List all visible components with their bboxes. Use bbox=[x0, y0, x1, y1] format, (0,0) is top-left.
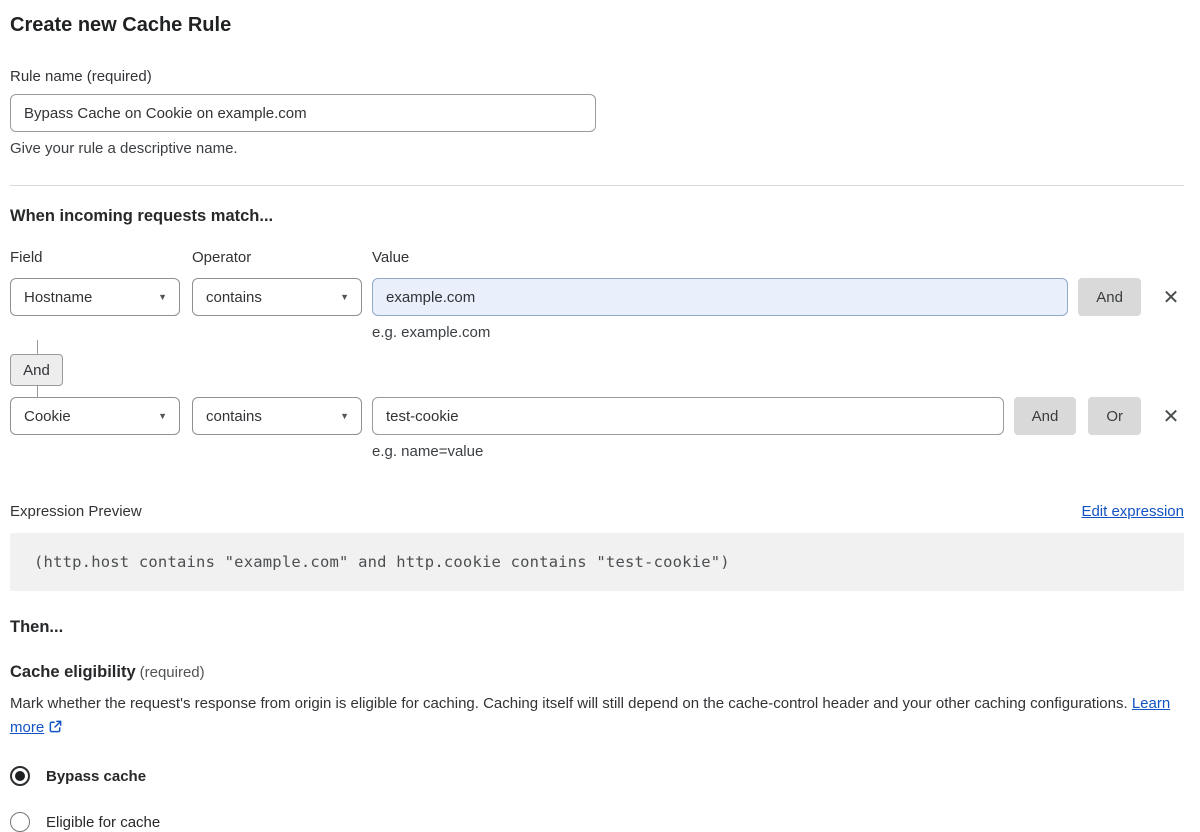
radio-label: Eligible for cache bbox=[46, 813, 161, 831]
value-column: e.g. name=value bbox=[372, 397, 1004, 460]
edit-expression-link[interactable]: Edit expression bbox=[1081, 503, 1184, 520]
cache-eligibility-title: Cache eligibility bbox=[10, 663, 136, 681]
required-tag: (required) bbox=[139, 664, 205, 681]
chevron-down-icon: ▼ bbox=[340, 411, 349, 421]
connector-and-button[interactable]: And bbox=[10, 354, 63, 386]
radio-label: Bypass cache bbox=[46, 767, 147, 785]
rule-name-label: Rule name (required) bbox=[10, 68, 152, 85]
operator-select[interactable]: contains ▼ bbox=[192, 397, 362, 435]
chevron-down-icon: ▼ bbox=[340, 292, 349, 302]
section-divider bbox=[10, 185, 1184, 186]
expression-preview-label: Expression Preview bbox=[10, 503, 142, 520]
value-input[interactable] bbox=[372, 397, 1004, 435]
external-link-icon[interactable] bbox=[48, 720, 63, 738]
description-text: Mark whether the request's response from… bbox=[10, 695, 1128, 712]
operator-select-value: contains bbox=[206, 288, 262, 306]
rule-name-input[interactable] bbox=[10, 94, 596, 132]
condition-row: Hostname ▼ contains ▼ e.g. example.com A… bbox=[10, 278, 1184, 341]
close-icon[interactable]: ✕ bbox=[1160, 278, 1182, 316]
and-button[interactable]: And bbox=[1078, 278, 1141, 316]
field-select-value: Cookie bbox=[24, 407, 71, 425]
cache-eligibility-description: Mark whether the request's response from… bbox=[10, 692, 1178, 742]
value-column: e.g. example.com bbox=[372, 278, 1069, 341]
create-cache-rule-page: Create new Cache Rule Rule name (require… bbox=[0, 0, 1200, 832]
value-input[interactable] bbox=[372, 278, 1069, 316]
page-title: Create new Cache Rule bbox=[10, 14, 232, 36]
condition-connector: And bbox=[10, 340, 63, 398]
condition-row: Cookie ▼ contains ▼ e.g. name=value And … bbox=[10, 397, 1184, 460]
and-button[interactable]: And bbox=[1013, 397, 1077, 435]
expression-preview-box: (http.host contains "example.com" and ht… bbox=[10, 533, 1184, 591]
value-hint: e.g. example.com bbox=[372, 324, 491, 341]
match-heading: When incoming requests match... bbox=[10, 207, 274, 225]
chevron-down-icon: ▼ bbox=[158, 292, 167, 302]
radio-unselected-icon[interactable] bbox=[10, 812, 30, 832]
or-button[interactable]: Or bbox=[1088, 397, 1141, 435]
field-select[interactable]: Hostname ▼ bbox=[10, 278, 180, 316]
rule-name-help: Give your rule a descriptive name. bbox=[10, 140, 238, 157]
value-hint: e.g. name=value bbox=[372, 443, 484, 460]
field-select[interactable]: Cookie ▼ bbox=[10, 397, 180, 435]
then-heading: Then... bbox=[10, 618, 64, 636]
close-icon[interactable]: ✕ bbox=[1160, 397, 1182, 435]
condition-column-labels: Field Operator Value bbox=[10, 249, 1184, 266]
operator-select-value: contains bbox=[206, 407, 262, 425]
radio-option-bypass-cache[interactable]: Bypass cache bbox=[10, 766, 1184, 786]
field-select-value: Hostname bbox=[24, 288, 93, 306]
radio-selected-icon[interactable] bbox=[10, 766, 30, 786]
field-column-label: Field bbox=[10, 249, 43, 266]
chevron-down-icon: ▼ bbox=[158, 411, 167, 421]
operator-select[interactable]: contains ▼ bbox=[192, 278, 362, 316]
radio-option-eligible-for-cache[interactable]: Eligible for cache bbox=[10, 812, 1184, 832]
value-column-label: Value bbox=[372, 249, 410, 266]
expression-header: Expression Preview Edit expression bbox=[10, 503, 1184, 520]
cache-eligibility-heading: Cache eligibility (required) bbox=[10, 663, 1184, 682]
operator-column-label: Operator bbox=[192, 249, 252, 266]
